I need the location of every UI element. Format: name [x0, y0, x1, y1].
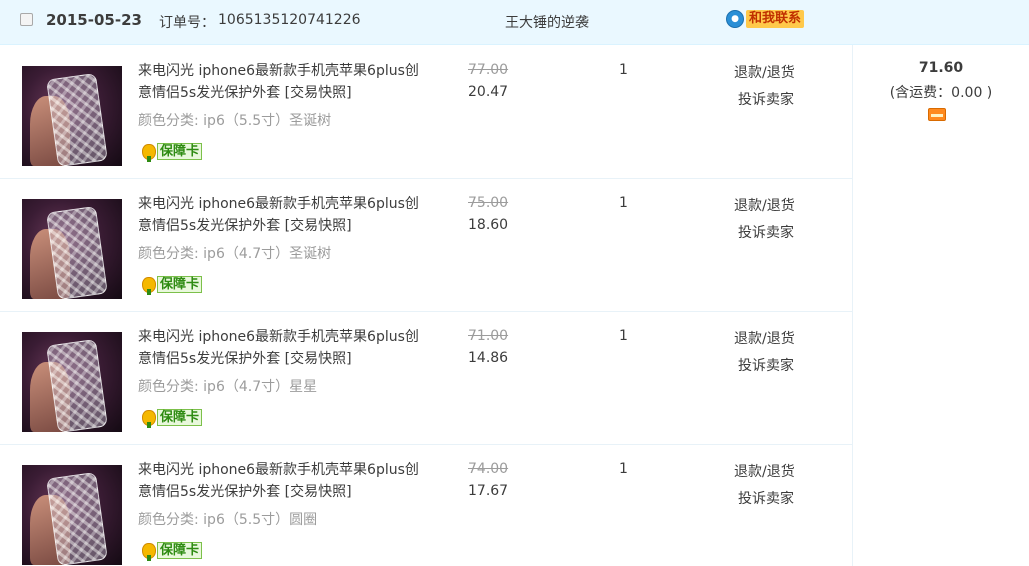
refund-link[interactable]: 退款/退货 — [734, 195, 795, 215]
order-item-row: 来电闪光 iphone6最新款手机壳苹果6plus创意情侣5s发光保护外套 [交… — [0, 179, 852, 312]
refund-link[interactable]: 退款/退货 — [734, 461, 795, 481]
contact-seller-label: 和我联系 — [746, 10, 805, 28]
order-number-label: 订单号： — [159, 15, 215, 31]
original-price: 71.00 — [468, 328, 509, 344]
complain-seller-link[interactable]: 投诉卖家 — [738, 222, 794, 242]
unit-price: 14.86 — [468, 350, 509, 366]
order-item-row: 来电闪光 iphone6最新款手机壳苹果6plus创意情侣5s发光保护外套 [交… — [0, 46, 852, 179]
product-thumbnail[interactable] — [22, 465, 122, 565]
product-title[interactable]: 来电闪光 iphone6最新款手机壳苹果6plus创意情侣5s发光保护外套 [交… — [138, 459, 428, 503]
guarantee-icon — [142, 143, 156, 162]
refund-link[interactable]: 退款/退货 — [734, 62, 795, 82]
chat-bubble-icon: ● — [726, 10, 744, 28]
guarantee-badge[interactable]: 保障卡 — [142, 275, 203, 295]
product-thumbnail[interactable] — [22, 332, 122, 432]
guarantee-badge[interactable]: 保障卡 — [142, 142, 203, 162]
product-title[interactable]: 来电闪光 iphone6最新款手机壳苹果6plus创意情侣5s发光保护外套 [交… — [138, 60, 428, 104]
product-thumbnail[interactable] — [22, 66, 122, 166]
order-total: 71.60 — [918, 60, 964, 76]
guarantee-label: 保障卡 — [157, 143, 203, 160]
guarantee-badge[interactable]: 保障卡 — [142, 408, 203, 428]
card-icon[interactable] — [928, 108, 946, 121]
quantity: 1 — [619, 328, 628, 344]
guarantee-icon — [142, 542, 156, 561]
quantity: 1 — [619, 62, 628, 78]
product-spec: 颜色分类: ip6（4.7寸）星星 — [138, 379, 318, 395]
product-spec: 颜色分类: ip6（5.5寸）圣诞树 — [138, 113, 332, 129]
order-item-row: 来电闪光 iphone6最新款手机壳苹果6plus创意情侣5s发光保护外套 [交… — [0, 312, 852, 445]
guarantee-label: 保障卡 — [157, 542, 203, 559]
guarantee-icon — [142, 276, 156, 295]
order-number: 1065135120741226 — [218, 12, 361, 28]
guarantee-label: 保障卡 — [157, 409, 203, 426]
original-price: 77.00 — [468, 62, 509, 78]
original-price: 75.00 — [468, 195, 509, 211]
order-date: 2015-05-23 — [46, 11, 142, 29]
seller-name[interactable]: 王大锤的逆袭 — [505, 12, 589, 32]
guarantee-icon — [142, 409, 156, 428]
shipping-fee: (含运费：0.00 ) — [889, 85, 993, 101]
unit-price: 20.47 — [468, 84, 509, 100]
complain-seller-link[interactable]: 投诉卖家 — [738, 488, 794, 508]
order-header: 2015-05-23 订单号： 1065135120741226 王大锤的逆袭 … — [0, 0, 1029, 45]
refund-link[interactable]: 退款/退货 — [734, 328, 795, 348]
complain-seller-link[interactable]: 投诉卖家 — [738, 355, 794, 375]
guarantee-label: 保障卡 — [157, 276, 203, 293]
unit-price: 18.60 — [468, 217, 509, 233]
column-divider — [852, 45, 853, 566]
order-item-row: 来电闪光 iphone6最新款手机壳苹果6plus创意情侣5s发光保护外套 [交… — [0, 445, 852, 566]
product-spec: 颜色分类: ip6（5.5寸）圆圈 — [138, 512, 318, 528]
quantity: 1 — [619, 461, 628, 477]
contact-seller-button[interactable]: ● 和我联系 — [726, 9, 805, 29]
original-price: 74.00 — [468, 461, 509, 477]
order-select-checkbox[interactable] — [20, 13, 33, 26]
quantity: 1 — [619, 195, 628, 211]
product-title[interactable]: 来电闪光 iphone6最新款手机壳苹果6plus创意情侣5s发光保护外套 [交… — [138, 193, 428, 237]
product-spec: 颜色分类: ip6（4.7寸）圣诞树 — [138, 246, 332, 262]
product-thumbnail[interactable] — [22, 199, 122, 299]
guarantee-badge[interactable]: 保障卡 — [142, 541, 203, 561]
complain-seller-link[interactable]: 投诉卖家 — [738, 89, 794, 109]
product-title[interactable]: 来电闪光 iphone6最新款手机壳苹果6plus创意情侣5s发光保护外套 [交… — [138, 326, 428, 370]
unit-price: 17.67 — [468, 483, 509, 499]
